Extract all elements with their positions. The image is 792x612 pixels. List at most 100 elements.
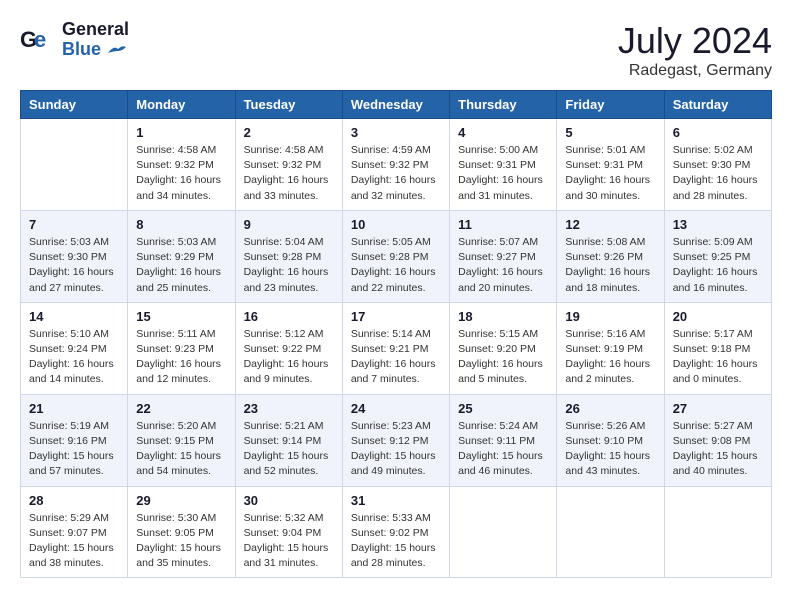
day-number: 9 <box>244 217 334 232</box>
calendar-cell: 29Sunrise: 5:30 AM Sunset: 9:05 PM Dayli… <box>128 486 235 578</box>
calendar-week-1: 1 Sunrise: 4:58 AM Sunset: 9:32 PM Daylig… <box>21 119 772 211</box>
day-detail: Sunrise: 5:24 AM Sunset: 9:11 PM Dayligh… <box>458 419 548 480</box>
calendar-cell: 18Sunrise: 5:15 AM Sunset: 9:20 PM Dayli… <box>450 302 557 394</box>
day-detail: Sunrise: 5:11 AM Sunset: 9:23 PM Dayligh… <box>136 327 226 388</box>
header-wednesday: Wednesday <box>342 91 449 119</box>
day-detail: Sunrise: 5:12 AM Sunset: 9:22 PM Dayligh… <box>244 327 334 388</box>
day-detail: Sunrise: 5:23 AM Sunset: 9:12 PM Dayligh… <box>351 419 441 480</box>
calendar-cell: 9 Sunrise: 5:04 AM Sunset: 9:28 PM Daylig… <box>235 210 342 302</box>
month-title: July 2024 <box>618 20 772 62</box>
calendar-cell: 22 Sunrise: 5:20 AM Sunset: 9:15 PM Dayli… <box>128 394 235 486</box>
calendar-cell: 14Sunrise: 5:10 AM Sunset: 9:24 PM Dayli… <box>21 302 128 394</box>
calendar-week-3: 14Sunrise: 5:10 AM Sunset: 9:24 PM Dayli… <box>21 302 772 394</box>
location: Radegast, Germany <box>618 62 772 80</box>
day-detail: Sunrise: 5:26 AM Sunset: 9:10 PM Dayligh… <box>565 419 655 480</box>
day-detail: Sunrise: 5:32 AM Sunset: 9:04 PM Dayligh… <box>244 511 334 572</box>
day-detail: Sunrise: 4:58 AM Sunset: 9:32 PM Dayligh… <box>244 143 334 204</box>
day-detail: Sunrise: 5:04 AM Sunset: 9:28 PM Dayligh… <box>244 235 334 296</box>
calendar-cell: 6 Sunrise: 5:02 AM Sunset: 9:30 PM Daylig… <box>664 119 771 211</box>
calendar-cell: 30Sunrise: 5:32 AM Sunset: 9:04 PM Dayli… <box>235 486 342 578</box>
day-detail: Sunrise: 5:27 AM Sunset: 9:08 PM Dayligh… <box>673 419 763 480</box>
day-number: 21 <box>29 401 119 416</box>
day-detail: Sunrise: 5:19 AM Sunset: 9:16 PM Dayligh… <box>29 419 119 480</box>
day-detail: Sunrise: 4:59 AM Sunset: 9:32 PM Dayligh… <box>351 143 441 204</box>
day-detail: Sunrise: 5:29 AM Sunset: 9:07 PM Dayligh… <box>29 511 119 572</box>
calendar-cell: 31 Sunrise: 5:33 AM Sunset: 9:02 PM Dayli… <box>342 486 449 578</box>
day-number: 13 <box>673 217 763 232</box>
day-number: 3 <box>351 125 441 140</box>
day-number: 31 <box>351 493 441 508</box>
calendar-cell: 24 Sunrise: 5:23 AM Sunset: 9:12 PM Dayli… <box>342 394 449 486</box>
calendar-cell: 19Sunrise: 5:16 AM Sunset: 9:19 PM Dayli… <box>557 302 664 394</box>
day-detail: Sunrise: 5:02 AM Sunset: 9:30 PM Dayligh… <box>673 143 763 204</box>
calendar-cell: 27 Sunrise: 5:27 AM Sunset: 9:08 PM Dayli… <box>664 394 771 486</box>
day-number: 29 <box>136 493 226 508</box>
calendar-cell <box>664 486 771 578</box>
header-friday: Friday <box>557 91 664 119</box>
calendar-week-2: 7Sunrise: 5:03 AM Sunset: 9:30 PM Daylig… <box>21 210 772 302</box>
calendar-week-5: 28 Sunrise: 5:29 AM Sunset: 9:07 PM Dayli… <box>21 486 772 578</box>
day-number: 26 <box>565 401 655 416</box>
calendar-cell: 26 Sunrise: 5:26 AM Sunset: 9:10 PM Dayli… <box>557 394 664 486</box>
day-detail: Sunrise: 5:00 AM Sunset: 9:31 PM Dayligh… <box>458 143 548 204</box>
calendar-cell: 8 Sunrise: 5:03 AM Sunset: 9:29 PM Daylig… <box>128 210 235 302</box>
calendar-cell: 2Sunrise: 4:58 AM Sunset: 9:32 PM Daylig… <box>235 119 342 211</box>
day-number: 10 <box>351 217 441 232</box>
header-thursday: Thursday <box>450 91 557 119</box>
calendar-cell: 25 Sunrise: 5:24 AM Sunset: 9:11 PM Dayli… <box>450 394 557 486</box>
logo-blue: Blue <box>62 40 129 60</box>
day-detail: Sunrise: 5:07 AM Sunset: 9:27 PM Dayligh… <box>458 235 548 296</box>
calendar-table: SundayMondayTuesdayWednesdayThursdayFrid… <box>20 90 772 578</box>
logo: G e General Blue <box>20 20 129 60</box>
day-number: 12 <box>565 217 655 232</box>
day-detail: Sunrise: 5:10 AM Sunset: 9:24 PM Dayligh… <box>29 327 119 388</box>
calendar-cell: 16Sunrise: 5:12 AM Sunset: 9:22 PM Dayli… <box>235 302 342 394</box>
day-detail: Sunrise: 5:05 AM Sunset: 9:28 PM Dayligh… <box>351 235 441 296</box>
day-number: 23 <box>244 401 334 416</box>
svg-text:e: e <box>34 27 46 52</box>
calendar-cell: 10 Sunrise: 5:05 AM Sunset: 9:28 PM Dayli… <box>342 210 449 302</box>
day-detail: Sunrise: 4:58 AM Sunset: 9:32 PM Dayligh… <box>136 143 226 204</box>
day-number: 27 <box>673 401 763 416</box>
day-detail: Sunrise: 5:33 AM Sunset: 9:02 PM Dayligh… <box>351 511 441 572</box>
calendar-cell: 23 Sunrise: 5:21 AM Sunset: 9:14 PM Dayli… <box>235 394 342 486</box>
day-detail: Sunrise: 5:03 AM Sunset: 9:29 PM Dayligh… <box>136 235 226 296</box>
header-tuesday: Tuesday <box>235 91 342 119</box>
title-block: July 2024 Radegast, Germany <box>618 20 772 80</box>
day-number: 22 <box>136 401 226 416</box>
day-number: 8 <box>136 217 226 232</box>
day-detail: Sunrise: 5:21 AM Sunset: 9:14 PM Dayligh… <box>244 419 334 480</box>
calendar-cell: 7Sunrise: 5:03 AM Sunset: 9:30 PM Daylig… <box>21 210 128 302</box>
day-number: 25 <box>458 401 548 416</box>
logo-icon: G e <box>20 21 58 59</box>
day-number: 5 <box>565 125 655 140</box>
day-detail: Sunrise: 5:01 AM Sunset: 9:31 PM Dayligh… <box>565 143 655 204</box>
day-detail: Sunrise: 5:20 AM Sunset: 9:15 PM Dayligh… <box>136 419 226 480</box>
calendar-cell: 1 Sunrise: 4:58 AM Sunset: 9:32 PM Daylig… <box>128 119 235 211</box>
day-number: 17 <box>351 309 441 324</box>
calendar-cell: 15 Sunrise: 5:11 AM Sunset: 9:23 PM Dayli… <box>128 302 235 394</box>
day-number: 1 <box>136 125 226 140</box>
calendar-cell: 17Sunrise: 5:14 AM Sunset: 9:21 PM Dayli… <box>342 302 449 394</box>
day-number: 15 <box>136 309 226 324</box>
calendar-cell <box>21 119 128 211</box>
calendar-cell: 20Sunrise: 5:17 AM Sunset: 9:18 PM Dayli… <box>664 302 771 394</box>
calendar-header-row: SundayMondayTuesdayWednesdayThursdayFrid… <box>21 91 772 119</box>
day-number: 4 <box>458 125 548 140</box>
day-number: 28 <box>29 493 119 508</box>
calendar-cell: 3 Sunrise: 4:59 AM Sunset: 9:32 PM Daylig… <box>342 119 449 211</box>
calendar-cell: 4 Sunrise: 5:00 AM Sunset: 9:31 PM Daylig… <box>450 119 557 211</box>
header-sunday: Sunday <box>21 91 128 119</box>
calendar-cell: 28 Sunrise: 5:29 AM Sunset: 9:07 PM Dayli… <box>21 486 128 578</box>
logo-general: General <box>62 20 129 40</box>
calendar-week-4: 21 Sunrise: 5:19 AM Sunset: 9:16 PM Dayli… <box>21 394 772 486</box>
calendar-cell: 13Sunrise: 5:09 AM Sunset: 9:25 PM Dayli… <box>664 210 771 302</box>
day-detail: Sunrise: 5:15 AM Sunset: 9:20 PM Dayligh… <box>458 327 548 388</box>
day-number: 11 <box>458 217 548 232</box>
day-number: 24 <box>351 401 441 416</box>
header-saturday: Saturday <box>664 91 771 119</box>
page-header: G e General Blue July 2024 Radegast, Ger… <box>20 20 772 80</box>
day-number: 19 <box>565 309 655 324</box>
day-number: 6 <box>673 125 763 140</box>
day-detail: Sunrise: 5:08 AM Sunset: 9:26 PM Dayligh… <box>565 235 655 296</box>
